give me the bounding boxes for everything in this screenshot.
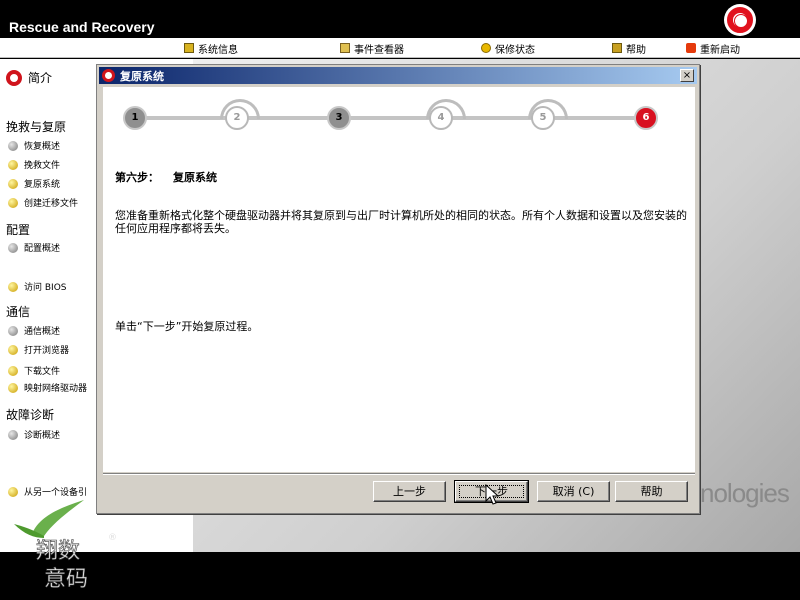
menu-warranty-status-label: 保修状态: [495, 44, 535, 56]
instruction-text: 单击“下一步”开始复原过程。: [115, 320, 259, 333]
arrow-bullet-icon: [8, 344, 18, 355]
top-menubar: 系统信息 事件查看器 保修状态 帮助 重新启动: [0, 38, 800, 58]
step-4: 4: [429, 106, 453, 130]
step-1: 1: [123, 106, 147, 130]
step-heading: 第六步： 复原系统: [115, 169, 217, 185]
step-6-current: 6: [634, 106, 658, 130]
arrow-bullet-icon: [8, 365, 18, 376]
step-heading-label: 第六步：: [115, 171, 159, 184]
section-rescue-restore: 挽救与复原: [6, 120, 67, 134]
back-button[interactable]: 上一步: [373, 481, 446, 502]
sidebar-item-map-network-drive[interactable]: 映射网络驱动器: [8, 381, 87, 394]
sidebar-item-access-bios[interactable]: 访问 BIOS: [8, 280, 67, 293]
sidebar-home[interactable]: 简介: [6, 69, 52, 86]
menu-restart[interactable]: 重新启动: [686, 41, 740, 56]
info-icon: [184, 43, 194, 53]
sidebar-item-label: 映射网络驱动器: [24, 384, 88, 394]
dialog-separator: [103, 473, 695, 475]
dialog-title: 复原系统: [120, 70, 164, 83]
sidebar-item-download-files[interactable]: 下载文件: [8, 364, 60, 377]
section-communication: 通信: [6, 305, 31, 319]
sidebar-item-comm-overview[interactable]: 通信概述: [8, 324, 60, 337]
bullet-icon: [8, 242, 18, 253]
sidebar-item-label: 下载文件: [24, 367, 61, 377]
warning-message: 您准备重新格式化整个硬盘驱动器并将其复原到与出厂时计算机所处的相同的状态。所有个…: [115, 209, 687, 235]
menu-event-viewer[interactable]: 事件查看器: [340, 41, 404, 56]
arrow-bullet-icon: [8, 281, 18, 292]
step-3: 3: [327, 106, 351, 130]
menu-warranty-status[interactable]: 保修状态: [481, 41, 535, 56]
menu-restart-label: 重新启动: [700, 44, 740, 56]
step-progress-track: [135, 116, 655, 120]
sidebar-item-label: 诊断概述: [24, 431, 61, 441]
help-icon: [612, 43, 622, 53]
registered-mark: ®: [108, 533, 117, 543]
bullet-icon: [8, 429, 18, 440]
arrow-bullet-icon: [8, 197, 18, 208]
close-button[interactable]: ×: [680, 69, 694, 82]
arrow-bullet-icon: [8, 382, 18, 393]
sidebar-item-open-browser[interactable]: 打开浏览器: [8, 343, 69, 356]
menu-system-info[interactable]: 系统信息: [184, 41, 238, 56]
menu-help[interactable]: 帮助: [612, 41, 646, 56]
arrow-bullet-icon: [8, 486, 18, 497]
app-titlebar: Rescue and Recovery: [0, 0, 800, 38]
mouse-cursor-icon: [485, 484, 499, 505]
step-heading-title: 复原系统: [173, 171, 217, 184]
restore-system-dialog: 复原系统 × 1 2 3 4 5 6 第六步： 复原系统 您准备重新格式化整个硬…: [96, 64, 700, 514]
sidebar-item-label: 从另一个设备引: [24, 488, 88, 498]
sidebar-item-label: 通信概述: [24, 327, 61, 337]
bullet-icon: [8, 325, 18, 336]
sidebar-item-label: 访问 BIOS: [24, 283, 67, 293]
sidebar-item-recovery-overview[interactable]: 恢复概述: [8, 139, 60, 152]
sidebar-item-label: 复原系统: [24, 180, 61, 190]
sidebar-item-diagnostics-overview[interactable]: 诊断概述: [8, 428, 60, 441]
lifebuoy-logo-icon: [724, 4, 756, 36]
dialog-content: 1 2 3 4 5 6 第六步： 复原系统 您准备重新格式化整个硬盘驱动器并将其…: [103, 87, 695, 472]
bullet-icon: [8, 140, 18, 151]
section-troubleshooting: 故障诊断: [6, 408, 55, 422]
sidebar-item-label: 打开浏览器: [24, 346, 70, 356]
sidebar-item-label: 恢复概述: [24, 142, 61, 152]
cancel-button[interactable]: 取消 (C): [537, 481, 610, 502]
step-5: 5: [531, 106, 555, 130]
menu-event-viewer-label: 事件查看器: [354, 44, 404, 56]
sidebar-item-config-overview[interactable]: 配置概述: [8, 241, 60, 254]
restart-icon: [686, 43, 696, 53]
step-2: 2: [225, 106, 249, 130]
arrow-bullet-icon: [8, 159, 18, 170]
background-brand-text: nologies: [700, 478, 790, 508]
menu-help-label: 帮助: [626, 44, 646, 56]
watermark-text: 翔数: [36, 539, 80, 564]
sidebar-item-create-migration[interactable]: 创建迁移文件: [8, 196, 78, 209]
lifebuoy-icon: [102, 69, 115, 82]
sidebar-item-boot-from-device[interactable]: 从另一个设备引: [8, 485, 87, 498]
help-button[interactable]: 帮助: [615, 481, 688, 502]
watermark-text-2: 意码: [44, 567, 88, 592]
warranty-icon: [481, 43, 491, 53]
arrow-bullet-icon: [8, 178, 18, 189]
log-icon: [340, 43, 350, 53]
sidebar-item-label: 挽救文件: [24, 161, 61, 171]
section-configuration: 配置: [6, 223, 31, 237]
sidebar-item-label: 配置概述: [24, 244, 61, 254]
menu-system-info-label: 系统信息: [198, 44, 238, 56]
sidebar-item-rescue-files[interactable]: 挽救文件: [8, 158, 60, 171]
sidebar-item-restore-system[interactable]: 复原系统: [8, 177, 60, 190]
dialog-titlebar[interactable]: 复原系统 ×: [99, 67, 697, 84]
app-title: Rescue and Recovery: [9, 19, 155, 35]
lifebuoy-icon: [6, 69, 22, 86]
sidebar-home-label: 简介: [28, 71, 53, 85]
sidebar-item-label: 创建迁移文件: [24, 199, 79, 209]
